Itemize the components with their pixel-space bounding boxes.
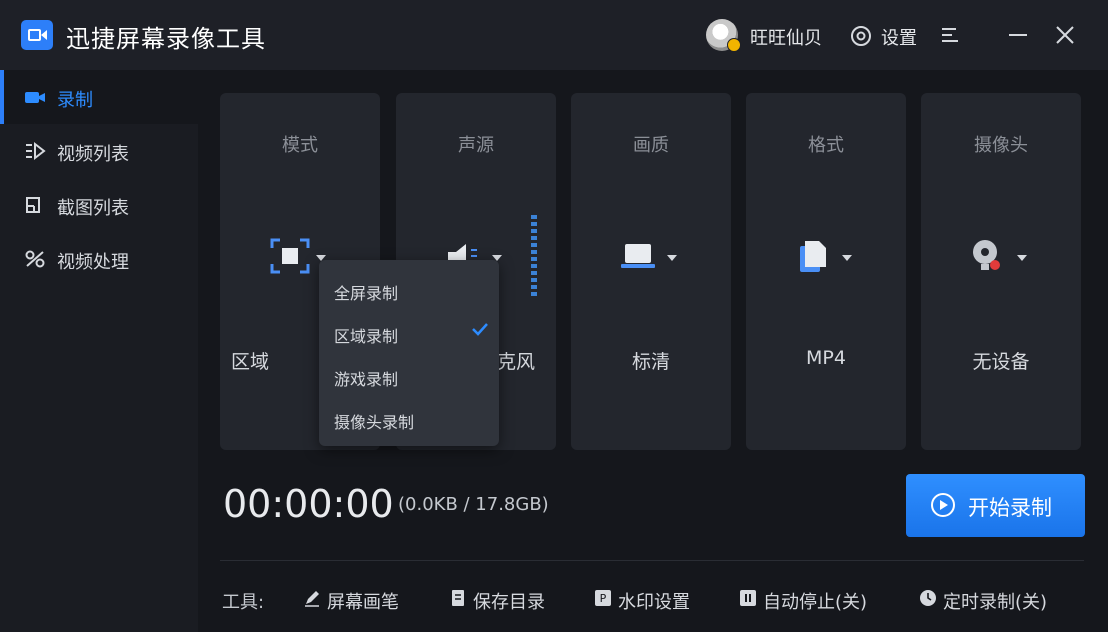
clock-icon: [920, 590, 936, 606]
tool-label: 水印设置: [618, 592, 690, 613]
menu-item-webcam[interactable]: 摄像头录制: [334, 409, 414, 433]
video-process-icon: [25, 250, 45, 268]
sidebar-item-label: 截图列表: [57, 198, 129, 219]
format-card[interactable]: 格式 MP4: [746, 93, 906, 450]
chevron-down-icon[interactable]: [667, 255, 677, 261]
settings-icon[interactable]: [850, 25, 872, 47]
start-recording-button[interactable]: 开始录制: [906, 474, 1085, 537]
tool-scheduled-recording[interactable]: 定时录制(关): [919, 586, 1069, 613]
tool-watermark[interactable]: P 水印设置: [594, 586, 704, 613]
screenshot-list-icon: [26, 197, 40, 213]
sidebar-item-label: 视频处理: [57, 252, 129, 273]
watermark-icon: P: [595, 590, 611, 606]
app-title: 迅捷屏幕录像工具: [66, 25, 266, 53]
recording-timer: 00:00:00: [223, 482, 394, 526]
region-icon: [270, 238, 310, 274]
mode-dropdown-menu: 全屏录制 区域录制 游戏录制 摄像头录制: [319, 260, 499, 446]
sidebar-item-label: 视频列表: [57, 144, 129, 165]
tool-auto-stop[interactable]: 自动停止(关): [739, 586, 889, 613]
active-indicator: [0, 70, 4, 124]
pause-icon: [740, 590, 756, 606]
app-logo-icon: [21, 20, 53, 50]
title-bar: 迅捷屏幕录像工具 旺旺仙贝 设置: [0, 0, 1108, 70]
sidebar: 录制 视频列表 截图列表 视频处理: [0, 70, 198, 632]
play-icon: [931, 493, 955, 517]
volume-meter: [531, 215, 537, 299]
webcam-card[interactable]: 摄像头 无设备: [921, 93, 1081, 450]
card-label: 摄像头: [974, 135, 1028, 156]
tool-screen-pen[interactable]: 屏幕画笔: [303, 586, 413, 613]
close-icon[interactable]: [1054, 24, 1076, 46]
tool-label: 自动停止(关): [763, 592, 868, 613]
divider: [220, 560, 1084, 561]
monitor-icon: [621, 244, 655, 268]
video-list-icon: [26, 141, 46, 161]
menu-item-fullscreen[interactable]: 全屏录制: [334, 280, 398, 304]
tools-label: 工具:: [222, 592, 265, 613]
chevron-down-icon[interactable]: [842, 255, 852, 261]
sidebar-item-record[interactable]: 录制: [0, 70, 198, 124]
svg-text:P: P: [600, 592, 607, 605]
card-label: 格式: [808, 135, 844, 156]
file-size-info: (0.0KB / 17.8GB): [398, 494, 549, 515]
sidebar-item-video-list[interactable]: 视频列表: [0, 124, 198, 178]
webcam-icon: [973, 240, 1000, 270]
menu-item-region[interactable]: 区域录制: [334, 323, 398, 347]
menu-icon[interactable]: [939, 24, 961, 46]
pen-icon: [305, 591, 319, 607]
tool-label: 保存目录: [473, 592, 545, 613]
sidebar-item-label: 录制: [57, 90, 93, 111]
minimize-icon[interactable]: [1007, 24, 1029, 46]
start-recording-label: 开始录制: [968, 496, 1052, 520]
vip-badge-icon: [727, 38, 741, 52]
tool-label: 屏幕画笔: [327, 592, 399, 613]
card-value: 无设备: [972, 351, 1030, 373]
username[interactable]: 旺旺仙贝: [750, 24, 822, 50]
folder-icon: [452, 590, 464, 606]
checkmark-icon: [472, 323, 488, 336]
settings-label[interactable]: 设置: [881, 24, 917, 50]
card-label: 声源: [458, 135, 494, 156]
tool-label: 定时录制(关): [943, 592, 1048, 613]
menu-item-game[interactable]: 游戏录制: [334, 366, 398, 390]
card-value: 标清: [631, 351, 670, 373]
camera-icon: [25, 92, 45, 103]
quality-card[interactable]: 画质 标清: [571, 93, 731, 450]
card-label: 画质: [633, 135, 669, 156]
file-icon: [800, 241, 826, 272]
sidebar-item-screenshot-list[interactable]: 截图列表: [0, 178, 198, 232]
card-value: 区域: [230, 351, 269, 373]
tool-save-dir[interactable]: 保存目录: [449, 586, 559, 613]
card-label: 模式: [282, 135, 318, 156]
sidebar-item-video-process[interactable]: 视频处理: [0, 232, 198, 286]
chevron-down-icon[interactable]: [1017, 255, 1027, 261]
card-value: MP4: [806, 347, 846, 369]
